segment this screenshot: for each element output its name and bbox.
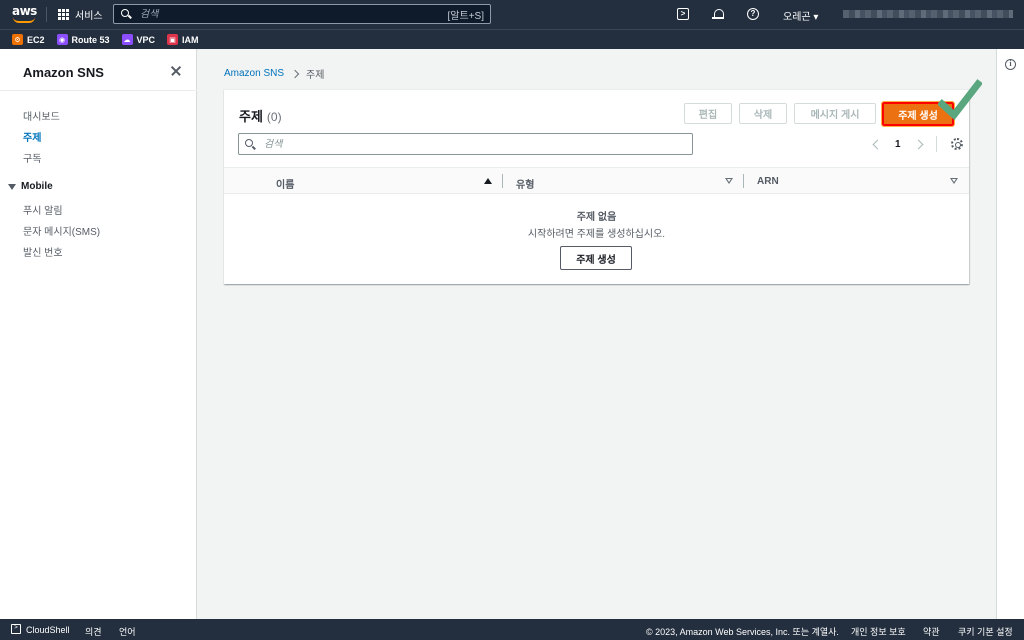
search-icon (245, 138, 256, 150)
notifications-button[interactable] (711, 7, 725, 21)
favorite-route53[interactable]: ◉ Route 53 (56, 34, 110, 45)
footer-feedback-link[interactable]: 의견 (85, 625, 102, 638)
column-name[interactable]: 이름 (276, 176, 294, 191)
cloudshell-icon: > (11, 624, 21, 634)
cloudshell-button[interactable]: > (676, 7, 690, 21)
sidebar: Amazon SNS 대시보드 주제 구독 Mobile 푸시 알림 문자 메시… (0, 49, 197, 619)
publish-message-button[interactable]: 메시지 게시 (794, 103, 876, 124)
delete-button[interactable]: 삭제 (739, 103, 787, 124)
region-selector[interactable]: 오레곤 ▾ (783, 8, 818, 23)
column-divider[interactable] (743, 174, 744, 188)
global-search[interactable]: [알트+S] (113, 4, 491, 24)
chevron-right-icon[interactable] (913, 139, 924, 149)
breadcrumb: Amazon SNS 주제 (224, 66, 324, 81)
sidebar-item-subscriptions[interactable]: 구독 (23, 150, 41, 165)
services-menu-button[interactable]: 서비스 (58, 7, 103, 22)
column-arn[interactable]: ARN (757, 176, 779, 187)
sort-icon[interactable] (725, 178, 733, 184)
favorite-label: EC2 (27, 34, 45, 45)
sidebar-item-topics[interactable]: 주제 (23, 129, 41, 144)
info-icon[interactable]: i (1005, 59, 1016, 70)
breadcrumb-current: 주제 (306, 70, 325, 81)
caret-down-icon (8, 183, 16, 190)
favorite-label: VPC (136, 34, 156, 45)
pagination: 1 (872, 136, 963, 152)
footer-cookies-link[interactable]: 쿠키 기본 설정 (958, 625, 1013, 638)
global-search-input[interactable] (140, 8, 448, 20)
panel-title-text: 주제 (239, 109, 263, 124)
footer: > CloudShell 의견 언어 © 2023, Amazon Web Se… (0, 619, 1024, 640)
close-icon[interactable] (170, 65, 182, 77)
nav-divider (46, 7, 47, 22)
grid-icon (58, 9, 69, 20)
favorite-iam[interactable]: ▣ IAM (167, 34, 199, 45)
iam-icon: ▣ (167, 34, 179, 45)
topic-search[interactable] (238, 133, 693, 155)
footer-privacy-link[interactable]: 개인 정보 보호 (851, 625, 906, 638)
aws-logo[interactable]: aws (12, 4, 37, 25)
ec2-icon: ⚙ (12, 34, 23, 45)
topics-panel: 주제(0) 편집 삭제 메시지 게시 주제 생성 1 이름 유형 ARN 주제 … (224, 89, 969, 284)
empty-state-title: 주제 없음 (576, 212, 617, 223)
column-type[interactable]: 유형 (516, 176, 534, 191)
favorites-bar: ⚙ EC2 ◉ Route 53 ☁ VPC ▣ IAM (0, 29, 1024, 49)
search-icon (120, 8, 132, 20)
empty-state-description: 시작하려면 주제를 생성하십시오. (527, 229, 666, 240)
help-button[interactable]: ? (746, 7, 760, 21)
utility-panel: i (996, 49, 1024, 619)
favorite-vpc[interactable]: ☁ VPC (121, 34, 156, 45)
footer-cloudshell-link[interactable]: CloudShell (26, 625, 70, 635)
sort-ascending-icon[interactable] (484, 178, 492, 184)
search-shortcut-hint: [알트+S] (447, 10, 484, 22)
topic-count: (0) (266, 110, 282, 124)
footer-language-link[interactable]: 언어 (119, 625, 136, 638)
sort-icon[interactable] (950, 178, 958, 184)
favorite-ec2[interactable]: ⚙ EC2 (12, 34, 45, 45)
column-divider[interactable] (502, 174, 503, 188)
sidebar-section-label: Mobile (21, 181, 53, 192)
top-navigation: aws 서비스 [알트+S] > ? 오레곤 ▾ (0, 0, 1024, 29)
footer-terms-link[interactable]: 약관 (923, 625, 940, 638)
footer-copyright: © 2023, Amazon Web Services, Inc. 또는 계열사… (646, 627, 839, 637)
route53-icon: ◉ (56, 34, 68, 45)
sidebar-item-sms[interactable]: 문자 메시지(SMS) (23, 223, 100, 238)
sidebar-title[interactable]: Amazon SNS (23, 65, 104, 80)
sidebar-item-dashboard[interactable]: 대시보드 (23, 108, 60, 123)
page-number[interactable]: 1 (895, 139, 901, 150)
sidebar-item-push-notifications[interactable]: 푸시 알림 (23, 202, 63, 217)
cloudshell-icon: > (677, 8, 689, 20)
panel-title: 주제 (0) (239, 106, 282, 125)
breadcrumb-root[interactable]: Amazon SNS (224, 68, 284, 79)
chevron-right-icon (290, 69, 300, 78)
help-icon: ? (747, 8, 759, 20)
sidebar-item-origination-numbers[interactable]: 발신 번호 (23, 244, 63, 259)
table-header: 이름 유형 ARN (224, 167, 969, 194)
gear-icon[interactable] (950, 138, 963, 150)
account-menu-redacted[interactable] (843, 10, 1013, 18)
vpc-icon: ☁ (121, 34, 133, 45)
checkmark-icon (938, 79, 982, 121)
edit-button[interactable]: 편집 (684, 103, 732, 124)
aws-logo-text: aws (12, 4, 37, 18)
favorite-label: Route 53 (71, 34, 110, 45)
pager-divider (935, 136, 937, 152)
empty-create-topic-button[interactable]: 주제 생성 (560, 246, 632, 270)
chevron-left-icon[interactable] (872, 139, 883, 149)
sidebar-divider (0, 90, 197, 91)
bell-icon (712, 8, 724, 20)
aws-smile-icon (13, 17, 35, 23)
favorite-label: IAM (182, 34, 199, 45)
services-label: 서비스 (75, 11, 103, 22)
sidebar-section-mobile[interactable]: Mobile (8, 181, 53, 192)
topic-search-input[interactable] (264, 138, 686, 150)
